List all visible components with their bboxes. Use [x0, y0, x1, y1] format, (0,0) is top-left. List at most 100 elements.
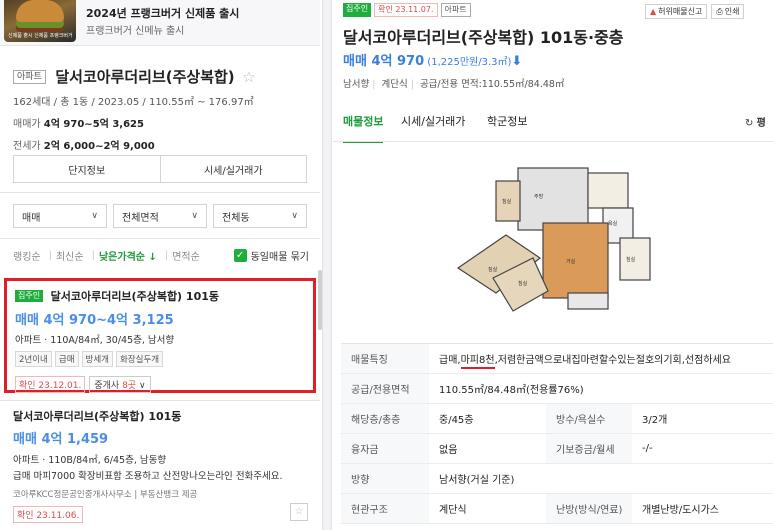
info-label: 방수/욕실수 [546, 404, 632, 433]
info-value: 계단식 [439, 505, 467, 516]
info-label: 기보증금/월세 [546, 434, 632, 463]
listing-title[interactable]: 달서코아루더리브(주상복합) 101동 [13, 408, 313, 424]
trade-type-value: 매매 [22, 212, 41, 224]
report-fake-button[interactable]: ▲ 허위매물신고 [645, 4, 708, 19]
print-icon: ⎙ [716, 6, 723, 16]
detail-tags: 집주인 확인 23.11.07. 아파트 [343, 3, 471, 17]
trade-type-select[interactable]: 매매 ∨ [13, 204, 107, 228]
ad-thumbnail[interactable]: 신제품 출시 신제품 프랭크버거 신메뉴 [4, 0, 76, 42]
listing-tag: 방세개 [81, 351, 113, 367]
property-type-tag: 아파트 [440, 3, 471, 17]
info-label: 매물특징 [341, 344, 429, 373]
area-unit-toggle[interactable]: ↻ 평 [745, 114, 766, 129]
info-value: -/- [642, 443, 653, 454]
info-value: 없음 [439, 445, 458, 456]
owner-badge: 집주인 [343, 3, 372, 17]
sort-area[interactable]: 면적순 [172, 248, 200, 263]
listing-price: 매매 4억 1,459 [13, 432, 109, 447]
ad-thumbnail-caption: 신제품 출시 신제품 프랭크버거 신메뉴 [8, 33, 72, 39]
building-select[interactable]: 전체동 ∨ [213, 204, 307, 228]
siren-icon: ▲ [650, 7, 657, 16]
sort-ranking[interactable]: 랭킹순 [13, 248, 41, 263]
section-divider [0, 400, 320, 401]
listing-panel: 신제품 출시 신제품 프랭크버거 신메뉴 2024년 프랭크버거 신제품 출시 … [0, 0, 320, 530]
tab-listing-info[interactable]: 매물정보 [343, 113, 384, 144]
detail-price: 매매 4억 970 (1,225만원/3.3㎡)⬇ [343, 50, 522, 69]
info-row-area: 공급/전용면적 110.55㎡/84.48㎡(전용률76%) [341, 374, 773, 404]
group-same-listings-toggle[interactable]: ✓ 동일매물 묶기 [233, 248, 313, 263]
info-value: 3/2개 [642, 415, 668, 426]
complex-summary: 아파트 달서코아루더리브(주상복합) ☆ 162세대 / 총 1동 / 2023… [13, 66, 313, 152]
panel-divider [322, 0, 332, 530]
listing-tag: 급매 [54, 351, 79, 367]
detail-tools: ▲ 허위매물신고 ⎙ 인쇄 [645, 4, 745, 19]
jeonse-price-row: 전세가 2억 6,000~2억 9,000 [13, 137, 313, 152]
print-button[interactable]: ⎙ 인쇄 [711, 4, 745, 19]
listing-tag: 2년이내 [15, 351, 52, 367]
ad-title[interactable]: 2024년 프랭크버거 신제품 출시 [86, 5, 239, 21]
tab-school-info[interactable]: 학군정보 [487, 113, 527, 129]
info-label: 현관구조 [341, 494, 429, 523]
svg-text:침실: 침실 [488, 266, 498, 273]
info-label: 공급/전용면적 [341, 374, 429, 403]
complex-name[interactable]: 달서코아루더리브(주상복합) [55, 66, 234, 87]
complex-meta: 162세대 / 총 1동 / 2023.05 / 110.55㎡ ~ 176.9… [13, 97, 254, 108]
listing-title[interactable]: 달서코아루더리브(주상복합) 101동 [51, 288, 219, 304]
svg-text:침실: 침실 [502, 198, 512, 205]
listing-card-highlighted[interactable]: 집주인 달서코아루더리브(주상복합) 101동 매매 4억 970~4억 3,1… [4, 278, 316, 393]
ad-subtitle: 프랭크버거 신메뉴 출시 [86, 26, 185, 37]
floor-plan-area: 주방 거실 침실 침실 침실 침실 욕실 [333, 143, 773, 333]
sort-latest[interactable]: 최신순 [56, 248, 84, 263]
info-value-features: 급매,마피8천,저렴한금액으로내집마련할수있는절호의기회,선점하세요 [429, 351, 731, 369]
room-utility [587, 172, 629, 209]
info-label: 방향 [341, 464, 429, 493]
listing-agency: 코아루KCC정문공인중개사사무소 | 부동산뱅크 제공 [13, 490, 198, 500]
print-label: 인쇄 [724, 7, 740, 16]
listing-card[interactable]: 달서코아루더리브(주상복합) 101동 매매 4억 1,459 아파트 · 11… [13, 408, 313, 523]
info-row-entrance: 현관구조 계단식 난방(방식/연료) 개별난방/도시가스 [341, 494, 773, 524]
sale-price-label: 매매가 [13, 119, 41, 130]
detail-tabs: 매물정보 시세/실거래가 학군정보 ↻ 평 [333, 98, 773, 144]
ad-banner[interactable]: 신제품 출시 신제품 프랭크버거 신메뉴 2024년 프랭크버거 신제품 출시 … [0, 0, 320, 46]
room-balcony [567, 292, 609, 310]
favorite-star-icon[interactable]: ☆ [242, 68, 255, 86]
chevron-down-icon: ∨ [291, 211, 298, 221]
agents-label: 중개사 [94, 381, 123, 391]
price-history-button[interactable]: 시세/실거래가 [160, 155, 307, 183]
detail-meta: 남서향 | 계단식 | 공급/전용 면적:110.55㎡/84.48㎡ [343, 79, 565, 90]
arrow-down-icon: ⬇ [511, 54, 523, 69]
detail-area: 공급/전용 면적:110.55㎡/84.48㎡ [419, 79, 565, 90]
complex-info-button[interactable]: 단지정보 [13, 155, 161, 183]
checkbox-checked-icon[interactable]: ✓ [233, 249, 247, 262]
info-label: 해당층/총층 [341, 404, 429, 433]
tab-price-history[interactable]: 시세/실거래가 [401, 113, 465, 129]
svg-text:욕실: 욕실 [608, 220, 618, 227]
info-row-direction: 방향 남서향(거실 기준) [341, 464, 773, 494]
filter-bar: 매매 ∨ 전체면적 ∨ 전체동 ∨ [13, 204, 307, 228]
agents-dropdown[interactable]: 중개사 8곳 ∨ [89, 376, 151, 393]
jeonse-price-value: 2억 6,000~2억 9,000 [43, 141, 155, 152]
info-row-loan: 융자금 없음 기보증금/월세 -/- [341, 434, 773, 464]
info-value: 남서향(거실 기준) [439, 475, 515, 486]
section-divider [0, 192, 320, 193]
listing-price: 매매 4억 970~4억 3,125 [15, 313, 174, 328]
listing-info-table: 매물특징 급매,마피8천,저렴한금액으로내집마련할수있는절호의기회,선점하세요 … [341, 343, 773, 524]
info-label: 융자금 [341, 434, 429, 463]
agents-count: 8곳 [122, 381, 137, 391]
listing-desc: 아파트 · 110B/84㎡, 6/45층, 남동향 [13, 455, 167, 466]
room-kitchen [517, 167, 589, 231]
area-select[interactable]: 전체면적 ∨ [113, 204, 207, 228]
sort-low-price[interactable]: 낮은가격순 ↓ [99, 248, 157, 263]
detail-panel: 집주인 확인 23.11.07. 아파트 ▲ 허위매물신고 ⎙ 인쇄 달서코아루더리… [333, 0, 773, 530]
sort-bar: 랭킹순 | 최신순 | 낮은가격순 ↓ | 면적순 ✓ 동일매물 묶기 [13, 248, 313, 263]
chevron-down-icon: ∨ [191, 211, 198, 221]
compare-checkbox-icon[interactable]: ☆ [290, 503, 308, 521]
verified-date-badge: 확인 23.12.01. [15, 376, 86, 393]
jeonse-price-label: 전세가 [13, 141, 41, 152]
report-fake-label: 허위매물신고 [658, 7, 703, 16]
area-unit-label: 평 [756, 118, 766, 129]
owner-badge: 집주인 [15, 290, 44, 302]
floor-plan-image[interactable]: 주방 거실 침실 침실 침실 침실 욕실 [448, 163, 653, 323]
feature-text-pre: 급매, [439, 355, 461, 366]
detail-price-per-unit: (1,225만원/3.3㎡) [424, 57, 512, 68]
